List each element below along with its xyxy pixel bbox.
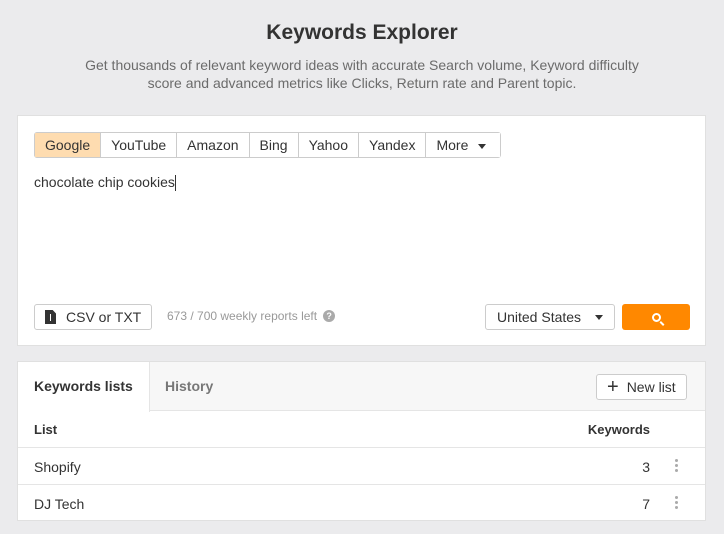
keyword-count: 3: [642, 459, 650, 475]
search-icon: [651, 312, 661, 322]
reports-left: 673 / 700 weekly reports left?: [167, 309, 336, 323]
keyword-input[interactable]: chocolate chip cookies: [34, 174, 684, 284]
text-cursor: [174, 175, 176, 192]
page-title: Keywords Explorer: [266, 21, 458, 44]
more-options-icon[interactable]: [675, 459, 679, 472]
file-upload-icon: [45, 310, 56, 324]
reports-left-text: 673 / 700 weekly reports left: [167, 309, 318, 323]
keyword-input-value: chocolate chip cookies: [34, 174, 175, 190]
list-name[interactable]: DJ Tech: [34, 496, 84, 512]
caret-down-icon: [595, 314, 603, 320]
search-engine-tabs: Google YouTube Amazon Bing Yahoo Yandex …: [34, 132, 502, 158]
country-value: United States: [497, 309, 582, 325]
keyword-lists-panel: Keywords lists History + New list List Ke…: [17, 361, 706, 521]
table-row[interactable]: DJ Tech 7: [18, 485, 705, 522]
caret-down-icon: [478, 143, 487, 149]
tab-keywords-lists[interactable]: Keywords lists: [18, 362, 150, 412]
engine-amazon[interactable]: Amazon: [177, 133, 250, 157]
column-keywords: Keywords: [587, 422, 650, 437]
new-list-label: New list: [626, 379, 676, 395]
table-row[interactable]: Shopify 3: [18, 448, 705, 485]
more-options-icon[interactable]: [675, 496, 679, 509]
engine-yandex[interactable]: Yandex: [359, 133, 427, 157]
engine-yahoo[interactable]: Yahoo: [298, 133, 360, 157]
search-button[interactable]: [622, 304, 690, 330]
table-header: List Keywords: [18, 411, 705, 448]
csv-label: CSV or TXT: [66, 309, 142, 325]
plus-icon: +: [607, 376, 619, 398]
more-engines-dropdown[interactable]: More: [426, 133, 501, 157]
tab-history[interactable]: History: [149, 362, 229, 411]
new-list-button[interactable]: + New list: [596, 374, 687, 400]
list-name[interactable]: Shopify: [34, 459, 81, 475]
help-icon[interactable]: ?: [323, 310, 336, 322]
lists-tabs: Keywords lists History + New list: [18, 362, 705, 412]
engine-youtube[interactable]: YouTube: [101, 133, 178, 157]
upload-csv-button[interactable]: CSV or TXT: [34, 304, 153, 330]
more-label: More: [436, 137, 469, 153]
engine-bing[interactable]: Bing: [249, 133, 299, 157]
keyword-count: 7: [642, 496, 650, 512]
country-select[interactable]: United States: [485, 304, 615, 330]
engine-google[interactable]: Google: [35, 133, 102, 157]
column-list: List: [34, 422, 58, 437]
search-panel: Google YouTube Amazon Bing Yahoo Yandex …: [17, 115, 706, 346]
page-subtitle: Get thousands of relevant keyword ideas …: [85, 57, 639, 91]
